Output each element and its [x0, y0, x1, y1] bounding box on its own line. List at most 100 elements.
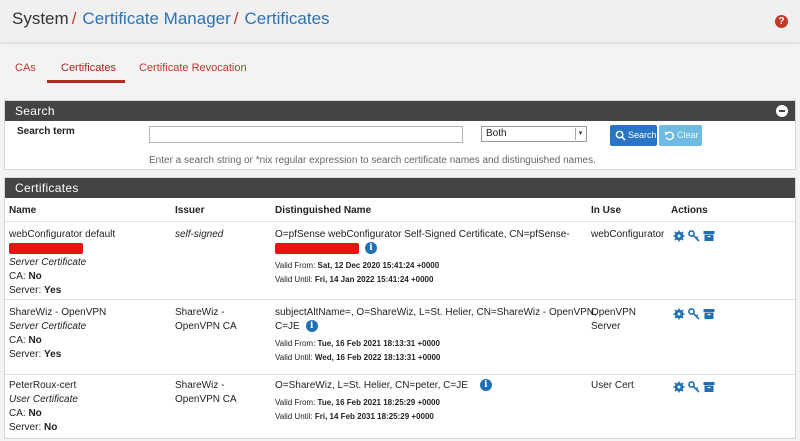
cert-dn: subjectAltName=, O=ShareWiz, L=St. Helie… [275, 307, 597, 318]
info-icon[interactable]: i [365, 242, 377, 255]
redacted-block [275, 242, 359, 254]
cert-dn: O=pfSense webConfigurator Self-Signed Ce… [275, 229, 570, 240]
tab-certificate-revocation[interactable]: Certificate Revocation [139, 62, 247, 74]
archive-icon[interactable] [703, 381, 715, 393]
cert-type: Server Certificate [9, 321, 87, 332]
breadcrumb: System / Certificate Manager / Certificates [12, 9, 330, 29]
breadcrumb-certificate-manager[interactable]: Certificate Manager [82, 9, 230, 28]
cert-in-use: webConfigurator [591, 228, 664, 242]
info-icon[interactable]: i [479, 379, 492, 392]
certificates-panel-title: Certificates [15, 181, 79, 195]
column-header-in-use: In Use [591, 205, 622, 216]
cert-in-use-value: webConfigurator [591, 229, 665, 240]
cert-actions [673, 308, 717, 320]
cert-name-cell: PeterRoux-cert User Certificate CA: No S… [9, 379, 78, 435]
search-scope-value: Both [486, 128, 507, 139]
cert-issuer-line2: OpenVPN CA [175, 394, 237, 405]
cert-in-use-value-line2: Server [591, 321, 621, 332]
cert-issuer: self-signed [175, 229, 224, 240]
collapse-icon[interactable] [776, 105, 788, 117]
help-icon[interactable]: ? [775, 15, 788, 28]
cert-valid-until: Valid Until: Fri, 14 Jan 2022 15:41:24 +… [275, 275, 434, 284]
page-header: System / Certificate Manager / Certificates … [0, 0, 800, 43]
cert-valid-from: Valid From: Tue, 16 Feb 2021 18:13:31 +0… [275, 339, 440, 348]
key-icon[interactable] [688, 381, 700, 393]
cert-valid-from: Valid From: Sat, 12 Dec 2020 15:41:24 +0… [275, 261, 440, 270]
search-term-label: Search term [17, 126, 75, 137]
cert-issuer-line1: ShareWiz - [175, 380, 225, 391]
cert-name-cell: ShareWiz - OpenVPN Server Certificate CA… [9, 306, 106, 362]
breadcrumb-system[interactable]: System [12, 9, 69, 28]
cert-type: User Certificate [9, 394, 78, 405]
breadcrumb-separator: / [71, 9, 77, 28]
cert-name: webConfigurator default [9, 229, 116, 240]
cert-issuer-line2: OpenVPN CA [175, 321, 237, 332]
cert-valid-from: Valid From: Tue, 16 Feb 2021 18:25:29 +0… [275, 398, 440, 407]
cert-dn-line2: C=JE i [275, 320, 597, 334]
certificates-panel: Certificates Name Issuer Distinguished N… [4, 177, 796, 439]
cert-name: PeterRoux-cert [9, 380, 77, 391]
row-divider [5, 299, 795, 300]
cert-actions [673, 381, 717, 393]
cert-in-use: User Cert [591, 379, 634, 393]
certificates-panel-header: Certificates [5, 178, 795, 198]
cert-issuer: ShareWiz - OpenVPN CA [175, 379, 237, 407]
search-button[interactable]: Search [610, 125, 657, 146]
cert-server-flag: Server: Yes [9, 349, 62, 360]
cert-dn-cell: O=ShareWiz, L=St. Helier, CN=peter, C=JE… [275, 379, 492, 424]
cert-server-flag: Server: No [9, 422, 58, 433]
search-icon [615, 130, 626, 141]
tab-bar: CAs Certificates Certificate Revocation [0, 56, 800, 86]
header-divider [5, 221, 795, 222]
tab-certificates[interactable]: Certificates [61, 62, 116, 74]
cert-ca-flag: CA: No [9, 408, 42, 419]
search-button-label: Search [628, 130, 657, 140]
cert-in-use-value: User Cert [591, 380, 634, 391]
cert-dn: O=ShareWiz, L=St. Helier, CN=peter, C=JE… [275, 379, 492, 393]
cert-name: ShareWiz - OpenVPN [9, 307, 107, 318]
gear-icon[interactable] [673, 308, 685, 320]
key-icon[interactable] [688, 308, 700, 320]
gear-icon[interactable] [673, 381, 685, 393]
column-header-actions: Actions [671, 205, 708, 216]
info-icon[interactable]: i [305, 320, 318, 333]
cert-type: Server Certificate [9, 257, 87, 268]
archive-icon[interactable] [703, 230, 715, 242]
search-panel-header: Search [5, 101, 795, 121]
chevron-down-icon: ▾ [575, 128, 585, 140]
column-header-name: Name [9, 205, 37, 216]
gear-icon[interactable] [673, 230, 685, 242]
row-divider [5, 374, 795, 375]
cert-issuer: ShareWiz - OpenVPN CA [175, 306, 237, 334]
cert-in-use-value: OpenVPN [591, 307, 637, 318]
cert-name-cell: webConfigurator default Server Certifica… [9, 228, 115, 298]
cert-in-use: OpenVPN Server [591, 306, 636, 334]
column-header-distinguished-name: Distinguished Name [275, 205, 372, 216]
search-panel: Search Search term Both ▾ Search Clear E… [4, 100, 796, 170]
cert-valid-until: Valid Until: Wed, 16 Feb 2022 18:13:31 +… [275, 353, 441, 362]
redacted-block [9, 242, 115, 256]
search-panel-title: Search [15, 104, 55, 118]
key-icon[interactable] [688, 230, 700, 242]
cert-ca-flag: CA: No [9, 271, 42, 282]
clear-button-label: Clear [677, 130, 699, 140]
tab-cas[interactable]: CAs [15, 62, 36, 74]
breadcrumb-separator: / [233, 9, 239, 28]
cert-server-flag: Server: Yes [9, 285, 62, 296]
cert-ca-flag: CA: No [9, 335, 42, 346]
cert-issuer-line1: ShareWiz - [175, 307, 225, 318]
cert-valid-until: Valid Until: Fri, 14 Feb 2031 18:25:29 +… [275, 412, 434, 421]
cert-dn-cell: subjectAltName=, O=ShareWiz, L=St. Helie… [275, 306, 597, 365]
undo-icon [664, 131, 675, 141]
cert-dn-cell: O=pfSense webConfigurator Self-Signed Ce… [275, 228, 570, 287]
archive-icon[interactable] [703, 308, 715, 320]
clear-button[interactable]: Clear [659, 125, 702, 146]
column-header-issuer: Issuer [175, 205, 205, 216]
search-help-text: Enter a search string or *nix regular ex… [149, 155, 596, 166]
search-scope-select[interactable]: Both ▾ [481, 126, 587, 142]
cert-dn-line2: i [275, 242, 570, 256]
cert-actions [673, 230, 717, 242]
search-input[interactable] [149, 126, 463, 143]
active-tab-indicator [47, 80, 125, 83]
breadcrumb-certificates[interactable]: Certificates [245, 9, 330, 28]
